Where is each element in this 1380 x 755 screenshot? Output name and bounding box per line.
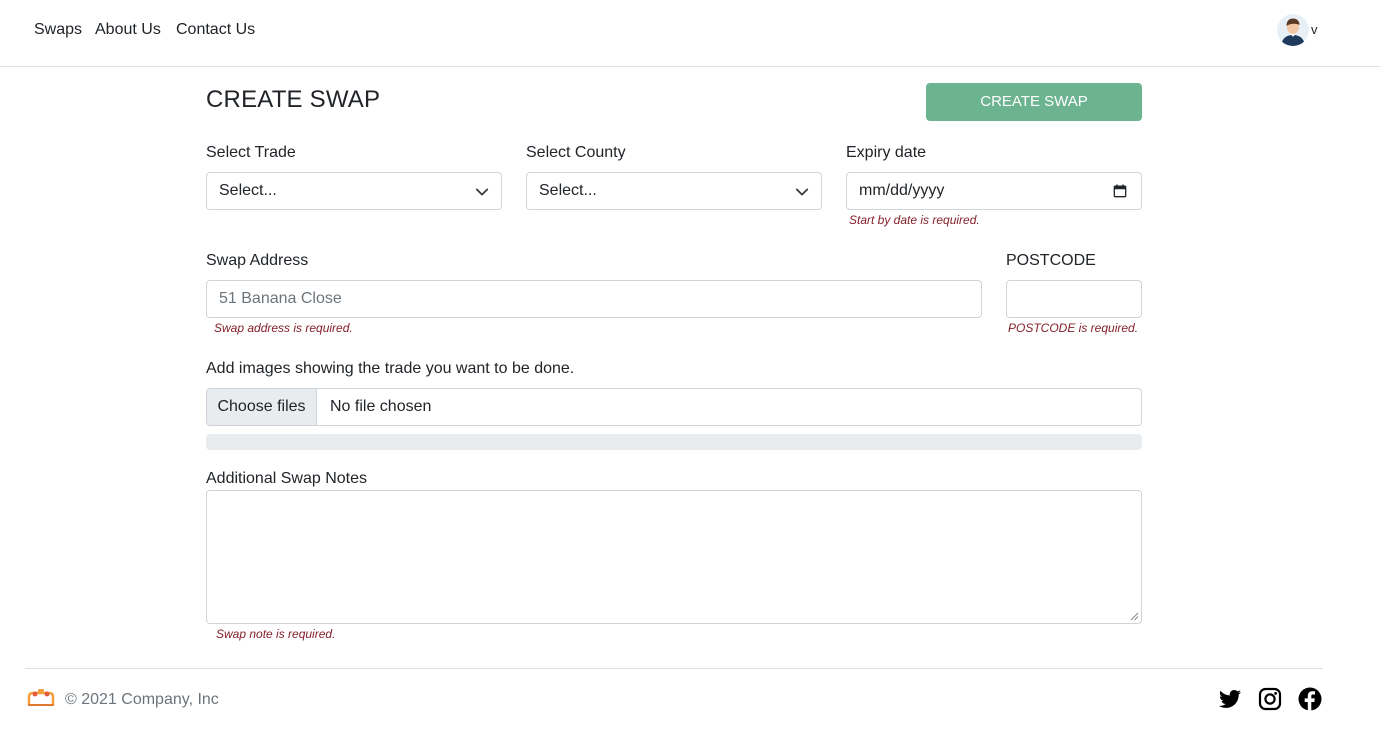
user-avatar[interactable] <box>1277 14 1309 46</box>
swap-address-placeholder: 51 Banana Close <box>219 290 342 307</box>
page-title: CREATE SWAP <box>206 86 381 113</box>
swap-address-error: Swap address is required. <box>214 321 353 335</box>
avatar-icon <box>1277 14 1309 46</box>
resize-handle-icon[interactable] <box>1129 611 1139 621</box>
trade-label: Select Trade <box>206 144 296 161</box>
nav-link-swaps[interactable]: Swaps <box>34 20 82 40</box>
company-logo-icon[interactable] <box>27 688 55 708</box>
swap-notes-error: Swap note is required. <box>216 627 336 641</box>
facebook-icon[interactable] <box>1298 687 1322 711</box>
twitter-icon[interactable] <box>1218 687 1242 711</box>
county-select[interactable]: Select... <box>526 172 822 210</box>
footer-copyright: © 2021 Company, Inc <box>65 691 219 708</box>
expiry-date-input[interactable]: mm/dd/yyyy <box>846 172 1142 210</box>
chevron-down-icon <box>795 188 809 196</box>
expiry-date-label: Expiry date <box>846 144 927 161</box>
swap-address-input[interactable]: 51 Banana Close <box>206 280 982 318</box>
nav-link-contact-us[interactable]: Contact Us <box>176 20 255 40</box>
expiry-date-error: Start by date is required. <box>849 213 980 227</box>
county-label: Select County <box>526 144 626 161</box>
footer-divider <box>25 668 1323 669</box>
county-select-value: Select... <box>539 182 597 199</box>
trade-select[interactable]: Select... <box>206 172 502 210</box>
postcode-error: POSTCODE is required. <box>1008 321 1139 335</box>
choose-files-button[interactable]: Choose files <box>207 389 317 425</box>
nav-link-about-us[interactable]: About Us <box>95 20 161 40</box>
postcode-label: POSTCODE <box>1006 252 1096 269</box>
file-status-text: No file chosen <box>330 398 432 415</box>
trade-select-value: Select... <box>219 182 277 199</box>
postcode-input[interactable] <box>1006 280 1142 318</box>
avatar-dropdown-caret[interactable]: v <box>1311 22 1318 38</box>
top-navbar: Swaps About Us Contact Us v <box>0 0 1380 67</box>
swap-notes-label: Additional Swap Notes <box>206 470 367 487</box>
calendar-icon[interactable] <box>1113 184 1127 198</box>
swap-notes-textarea[interactable] <box>206 490 1142 624</box>
images-label: Add images showing the trade you want to… <box>206 360 575 377</box>
swap-address-label: Swap Address <box>206 252 309 269</box>
instagram-icon[interactable] <box>1258 687 1282 711</box>
expiry-date-placeholder: mm/dd/yyyy <box>859 182 945 199</box>
chevron-down-icon <box>475 188 489 196</box>
file-input[interactable]: Choose files No file chosen <box>206 388 1142 426</box>
upload-progress-bar <box>206 434 1142 450</box>
create-swap-button[interactable]: CREATE SWAP <box>926 83 1142 121</box>
